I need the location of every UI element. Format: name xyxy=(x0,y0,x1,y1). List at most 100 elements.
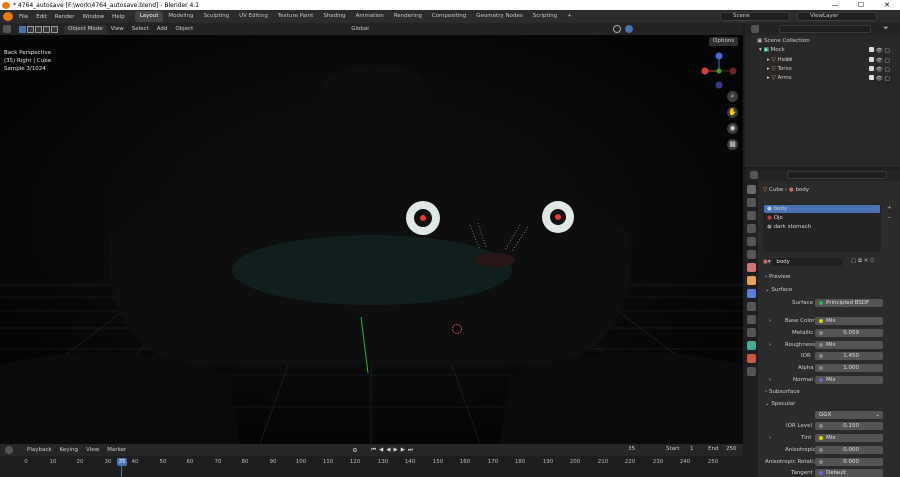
pan-hand-icon[interactable]: ✋ xyxy=(727,107,738,118)
outliner-editor-type-icon[interactable] xyxy=(751,25,759,33)
menu-view[interactable]: View xyxy=(107,25,128,34)
row-visibility-controls[interactable]: 👁 ▢ xyxy=(869,75,890,82)
select-subtract-icon[interactable] xyxy=(35,25,42,33)
menu-edit[interactable]: Edit xyxy=(32,14,51,20)
distribution-dropdown[interactable]: GGX ⌄ xyxy=(815,411,883,419)
rendered-shading-icon[interactable] xyxy=(624,25,633,33)
start-frame-field[interactable]: 1 xyxy=(690,446,694,452)
scene-selector[interactable]: Scene xyxy=(720,12,790,21)
timeline-ruler[interactable]: 0 10 20 30 40 50 60 70 80 90 100 110 120… xyxy=(0,456,743,477)
add-material-slot-button[interactable]: + xyxy=(887,205,892,211)
zoom-icon[interactable]: ⌕ xyxy=(727,91,738,102)
tab-texture-paint[interactable]: Texture Paint xyxy=(273,11,319,22)
material-browse-icons[interactable]: ▢ ⧉ ✕ ▽ xyxy=(851,258,874,265)
row-visibility-controls[interactable]: 👁 ▢ xyxy=(869,57,890,64)
roughness-field[interactable]: Mix xyxy=(815,341,883,349)
view-layer-tab-icon[interactable] xyxy=(747,224,756,233)
expand-arrow[interactable]: › xyxy=(769,342,771,348)
maximize-button[interactable]: ☐ xyxy=(848,0,874,10)
tangent-field[interactable]: Default xyxy=(815,469,883,477)
collection-row-mock[interactable]: ▾ ▣ Mock 👁 ▢ xyxy=(759,47,900,54)
tab-scripting[interactable]: Scripting xyxy=(528,11,562,22)
menu-file[interactable]: File xyxy=(15,14,32,20)
options-dropdown[interactable]: Options xyxy=(709,37,739,46)
render-tab-icon[interactable] xyxy=(747,198,756,207)
close-button[interactable]: ✕ xyxy=(874,0,900,10)
menu-select[interactable]: Select xyxy=(128,25,153,34)
current-frame-field[interactable]: 35 xyxy=(628,446,635,452)
ior-field[interactable]: 1.450 xyxy=(815,352,883,360)
outliner-item-torso[interactable]: ▸ ▽ Torso 👁 ▢ xyxy=(767,66,900,73)
select-invert-icon[interactable] xyxy=(43,25,50,33)
outliner-item-arms[interactable]: ▸ ▽ Arms 👁 ▢ xyxy=(767,75,900,82)
expand-arrow[interactable]: › xyxy=(769,377,771,383)
playback-controls[interactable]: ⏮◀◀▶▶⏭ xyxy=(371,447,416,454)
scene-collection-row[interactable]: ▣ Scene Collection xyxy=(757,38,810,44)
3d-viewport[interactable]: Back Perspective (35) Right | Cube Sampl… xyxy=(0,35,743,444)
perspective-toggle-icon[interactable]: ▦ xyxy=(727,139,738,150)
subsurface-panel-header[interactable]: › Subsurface xyxy=(765,389,800,395)
material-slot-body[interactable]: ● body xyxy=(764,205,880,213)
scene-tab-icon[interactable] xyxy=(747,237,756,246)
add-workspace-button[interactable]: + xyxy=(562,11,577,22)
menu-timeline-view[interactable]: View xyxy=(82,447,103,453)
data-tab-icon[interactable] xyxy=(747,341,756,350)
expand-arrow[interactable]: › xyxy=(769,435,771,441)
properties-search-input[interactable] xyxy=(787,171,887,179)
object-mode-dropdown[interactable]: Object Mode xyxy=(64,24,107,34)
menu-marker[interactable]: Marker xyxy=(103,447,130,453)
view-layer-selector[interactable]: ViewLayer xyxy=(797,12,877,21)
blender-menu-icon[interactable] xyxy=(3,12,13,21)
tab-geometry-nodes[interactable]: Geometry Nodes xyxy=(471,11,527,22)
tool-tab-icon[interactable] xyxy=(747,185,756,194)
select-box-icon[interactable] xyxy=(19,25,26,33)
tab-uv-editing[interactable]: UV Editing xyxy=(234,11,273,22)
material-slot-ojo[interactable]: ● Ojo xyxy=(764,214,783,222)
specular-panel-header[interactable]: ⌄ Specular xyxy=(765,401,795,407)
timeline-editor-type-icon[interactable] xyxy=(5,446,13,454)
menu-playback[interactable]: Playback xyxy=(23,447,56,453)
playhead-frame[interactable]: 35 xyxy=(117,458,127,466)
menu-keying[interactable]: Keying xyxy=(56,447,82,453)
end-frame-field[interactable]: 250 xyxy=(726,446,737,452)
alpha-field[interactable]: 1.000 xyxy=(815,364,883,372)
tab-animation[interactable]: Animation xyxy=(351,11,389,22)
tab-rendering[interactable]: Rendering xyxy=(389,11,427,22)
surface-panel-header[interactable]: ⌄ Surface xyxy=(765,287,792,293)
tab-layout[interactable]: Layout xyxy=(134,11,164,22)
object-tab-icon[interactable] xyxy=(747,276,756,285)
output-tab-icon[interactable] xyxy=(747,211,756,220)
material-name-field[interactable]: body xyxy=(772,258,843,266)
collection-tab-icon[interactable] xyxy=(747,263,756,272)
row-visibility-controls[interactable]: 👁 ▢ xyxy=(869,47,890,54)
record-icon[interactable] xyxy=(353,448,358,452)
tab-sculpting[interactable]: Sculpting xyxy=(198,11,234,22)
menu-add[interactable]: Add xyxy=(153,25,172,34)
material-slot-list[interactable]: ● body ● Ojo ● dark stomach xyxy=(763,204,881,252)
select-extend-icon[interactable] xyxy=(27,25,34,33)
metallic-field[interactable]: 0.059 xyxy=(815,329,883,337)
menu-object[interactable]: Object xyxy=(171,25,197,34)
base-color-field[interactable]: Mix xyxy=(815,317,883,325)
physics-tab-icon[interactable] xyxy=(747,315,756,324)
filter-icon[interactable]: ⏷ xyxy=(883,24,889,33)
particles-tab-icon[interactable] xyxy=(747,302,756,311)
properties-editor-type-icon[interactable] xyxy=(750,171,758,179)
outliner-search-input[interactable] xyxy=(779,25,871,33)
material-slot-dark-stomach[interactable]: ● dark stomach xyxy=(764,223,811,231)
tab-shading[interactable]: Shading xyxy=(318,11,350,22)
surface-shader-field[interactable]: Principled BSDF xyxy=(815,299,883,307)
row-visibility-controls[interactable]: 👁 ▢ xyxy=(869,66,890,73)
outliner-item-head[interactable]: ▸ ▽ Head ▽⌁ 👁 ▢ xyxy=(767,57,900,64)
tab-compositing[interactable]: Compositing xyxy=(427,11,471,22)
editor-type-icon[interactable] xyxy=(3,25,11,33)
menu-help[interactable]: Help xyxy=(108,14,129,20)
modifier-tab-icon[interactable] xyxy=(747,289,756,298)
world-tab-icon[interactable] xyxy=(747,250,756,259)
ior-level-field[interactable]: 0.150 xyxy=(815,422,883,430)
playhead-line[interactable] xyxy=(121,466,122,477)
minimize-button[interactable]: — xyxy=(822,0,848,10)
transform-orientation-dropdown[interactable]: Global xyxy=(347,25,373,34)
preview-panel-header[interactable]: › Preview xyxy=(765,274,790,280)
anisotropic-field[interactable]: 0.000 xyxy=(815,446,883,454)
